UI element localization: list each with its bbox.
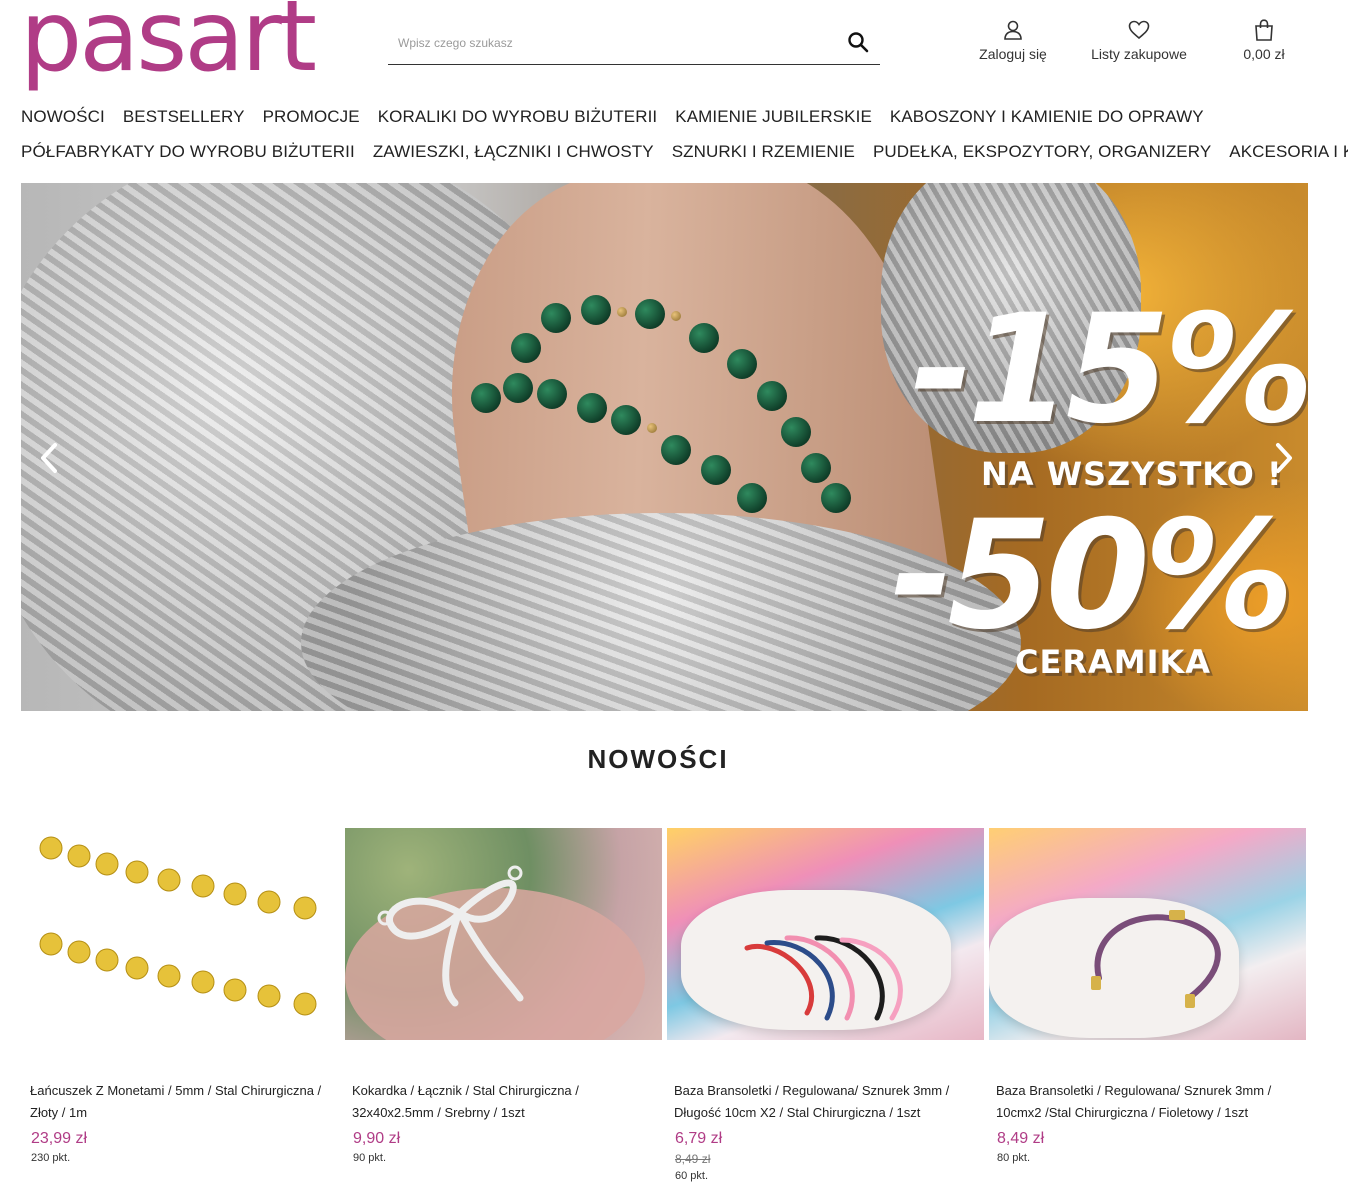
brand-logo[interactable]: pasart bbox=[20, 0, 317, 86]
shopping-lists-label: Listy zakupowe bbox=[1091, 46, 1187, 62]
search-bar bbox=[388, 22, 880, 65]
chevron-left-icon[interactable] bbox=[37, 441, 61, 475]
hero-banner[interactable]: -15% NA WSZYSTKO ! -50% CERAMIKA bbox=[21, 183, 1308, 711]
nav-item-polfabrykaty[interactable]: PÓŁFABRYKATY DO WYROBU BIŻUTERII bbox=[21, 142, 355, 162]
product-points: 60 pkt. bbox=[675, 1170, 709, 1182]
product-name[interactable]: Łańcuszek Z Monetami / 5mm / Stal Chirur… bbox=[30, 1080, 330, 1124]
main-nav-row-1: NOWOŚCI BESTSELLERY PROMOCJE KORALIKI DO… bbox=[21, 107, 1222, 127]
product-image[interactable] bbox=[345, 828, 662, 1040]
nav-item-pudelka[interactable]: PUDEŁKA, EKSPOZYTORY, ORGANIZERY bbox=[873, 142, 1211, 162]
product-price: 8,49 zł bbox=[997, 1130, 1045, 1147]
product-card[interactable]: Baza Bransoletki / Regulowana/ Sznurek 3… bbox=[667, 828, 984, 1182]
nav-item-kaboszony[interactable]: KABOSZONY I KAMIENIE DO OPRAWY bbox=[890, 107, 1204, 127]
product-image[interactable] bbox=[989, 828, 1306, 1040]
promo-discount-50: -50% bbox=[891, 489, 1294, 663]
product-points: 230 pkt. bbox=[31, 1152, 71, 1164]
product-name[interactable]: Baza Bransoletki / Regulowana/ Sznurek 3… bbox=[674, 1080, 974, 1124]
shopping-bag-icon bbox=[1255, 19, 1273, 41]
cart-total: 0,00 zł bbox=[1243, 46, 1285, 62]
product-price: 23,99 zł bbox=[31, 1130, 88, 1147]
shopping-lists-link[interactable]: Listy zakupowe bbox=[1086, 18, 1192, 62]
gold-chain-image bbox=[39, 836, 317, 1016]
user-icon bbox=[1004, 20, 1022, 40]
login-label: Zaloguj się bbox=[979, 46, 1047, 62]
search-input[interactable] bbox=[398, 32, 818, 54]
search-icon[interactable] bbox=[846, 30, 870, 54]
cart-link[interactable]: 0,00 zł bbox=[1236, 18, 1292, 62]
purple-bracelet-image bbox=[1091, 910, 1221, 1008]
main-nav-row-2: PÓŁFABRYKATY DO WYROBU BIŻUTERII ZAWIESZ… bbox=[21, 142, 1348, 162]
nav-item-zawieszki[interactable]: ZAWIESZKI, ŁĄCZNIKI I CHWOSTY bbox=[373, 142, 654, 162]
nav-item-nowosci[interactable]: NOWOŚCI bbox=[21, 107, 105, 127]
promo-discount-15: -15% bbox=[911, 283, 1308, 457]
nav-item-kamienie[interactable]: KAMIENIE JUBILERSKIE bbox=[675, 107, 872, 127]
heart-icon bbox=[1128, 20, 1150, 40]
nav-item-akcesoria[interactable]: AKCESORIA I KLEJE bbox=[1229, 142, 1348, 162]
product-card[interactable]: Kokardka / Łącznik / Stal Chirurgiczna /… bbox=[345, 828, 662, 1164]
nav-item-sznurki[interactable]: SZNURKI I RZEMIENIE bbox=[672, 142, 855, 162]
promo-caption-ceramics: CERAMIKA bbox=[1015, 643, 1212, 681]
product-price: 9,90 zł bbox=[353, 1130, 401, 1147]
section-title-new: NOWOŚCI bbox=[587, 744, 729, 774]
chevron-right-icon[interactable] bbox=[1272, 441, 1296, 475]
login-link[interactable]: Zaloguj się bbox=[972, 18, 1054, 62]
bracelet-bases-image bbox=[744, 935, 903, 1021]
product-card[interactable]: Łańcuszek Z Monetami / 5mm / Stal Chirur… bbox=[23, 828, 340, 1164]
nav-item-koraliki[interactable]: KORALIKI DO WYROBU BIŻUTERII bbox=[378, 107, 658, 127]
product-name[interactable]: Baza Bransoletki / Regulowana/ Sznurek 3… bbox=[996, 1080, 1296, 1124]
promo-caption-all: NA WSZYSTKO ! bbox=[981, 455, 1283, 493]
product-card[interactable]: Baza Bransoletki / Regulowana/ Sznurek 3… bbox=[989, 828, 1306, 1164]
product-name[interactable]: Kokardka / Łącznik / Stal Chirurgiczna /… bbox=[352, 1080, 652, 1124]
product-image[interactable] bbox=[667, 828, 984, 1040]
product-points: 80 pkt. bbox=[997, 1152, 1031, 1164]
nav-item-promocje[interactable]: PROMOCJE bbox=[263, 107, 360, 127]
product-image[interactable] bbox=[23, 828, 340, 1040]
product-points: 90 pkt. bbox=[353, 1152, 387, 1164]
nav-item-bestsellery[interactable]: BESTSELLERY bbox=[123, 107, 245, 127]
product-old-price: 8,49 zł bbox=[675, 1152, 711, 1166]
product-price: 6,79 zł bbox=[675, 1130, 723, 1147]
bow-connector-image bbox=[345, 865, 645, 1040]
